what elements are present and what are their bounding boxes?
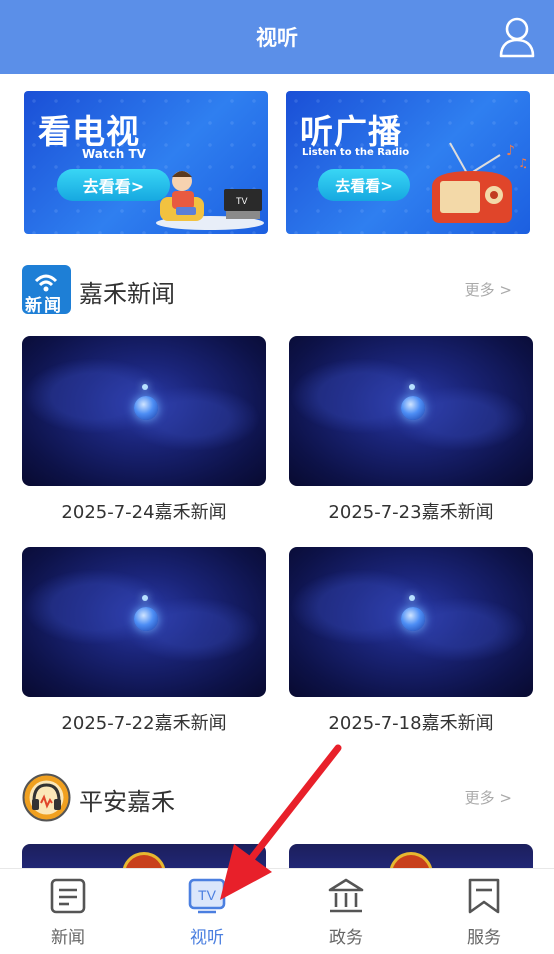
banner-subtitle: Watch TV [82,147,146,161]
watch-tv-banner[interactable]: 看电视 Watch TV 去看看> TV [24,91,268,234]
section-header-ping-an-jiahe: 平安嘉禾 更多 > [22,773,534,823]
service-icon [468,878,500,914]
news-broadcast-icon: 新闻 [22,265,71,316]
tv-icon-text: TV [198,887,217,903]
tab-audio-video[interactable]: TV 视听 [159,875,255,949]
video-title[interactable]: 2025-7-22嘉禾新闻 [22,709,266,735]
tab-label: 服务 [467,928,501,948]
tab-label: 新闻 [51,928,85,948]
globe-icon [134,607,158,631]
banner-title: 听广播 [300,112,402,151]
globe-icon [401,396,425,420]
tab-label: 视听 [190,928,224,948]
video-thumbnail[interactable] [22,336,266,486]
svg-text:♪: ♪ [506,143,515,159]
banner-subtitle: Listen to the Radio [302,147,410,158]
section-icon-text: 新闻 [25,296,63,316]
top-bar: 视听 [0,0,554,74]
banner-title: 看电视 [38,112,140,151]
section-header-jiahe-news: 新闻 嘉禾新闻 更多 > [22,265,534,316]
svg-text:♫: ♫ [518,156,526,170]
section-title: 嘉禾新闻 [79,280,175,308]
news-icon [50,878,86,914]
video-thumbnail[interactable] [22,547,266,697]
government-icon [328,878,364,913]
section-title: 平安嘉禾 [79,788,175,816]
more-link[interactable]: 更多 > [465,279,512,300]
video-title[interactable]: 2025-7-23嘉禾新闻 [289,498,533,524]
tv-viewer-illustration: TV [156,171,264,230]
tab-news[interactable]: 新闻 [20,875,116,949]
video-card[interactable]: 2025-7-24嘉禾新闻 [22,336,266,524]
globe-icon [134,396,158,420]
listen-radio-banner[interactable]: 听广播 Listen to the Radio 去看看> ♪ ♫ [286,91,530,234]
bottom-tab-bar: 新闻 TV 视听 政务 服务 [0,868,554,954]
tab-service[interactable]: 服务 [436,875,532,949]
user-profile-icon[interactable] [498,16,536,58]
video-card[interactable]: 2025-7-22嘉禾新闻 [22,547,266,735]
video-thumbnail[interactable] [289,336,533,486]
video-title[interactable]: 2025-7-24嘉禾新闻 [22,498,266,524]
headphones-icon [22,773,71,822]
tab-label: 政务 [329,928,363,948]
video-card[interactable]: 2025-7-23嘉禾新闻 [289,336,533,524]
video-thumbnail[interactable] [289,547,533,697]
video-title[interactable]: 2025-7-18嘉禾新闻 [289,709,533,735]
tab-government[interactable]: 政务 [298,875,394,949]
tv-icon: TV [188,878,226,914]
video-card[interactable]: 2025-7-18嘉禾新闻 [289,547,533,735]
listen-radio-button[interactable]: 去看看> [318,169,410,201]
globe-icon [401,607,425,631]
page-title: 视听 [256,26,298,50]
more-link[interactable]: 更多 > [465,787,512,808]
radio-illustration: ♪ ♫ [432,142,526,223]
svg-text:TV: TV [236,196,248,206]
